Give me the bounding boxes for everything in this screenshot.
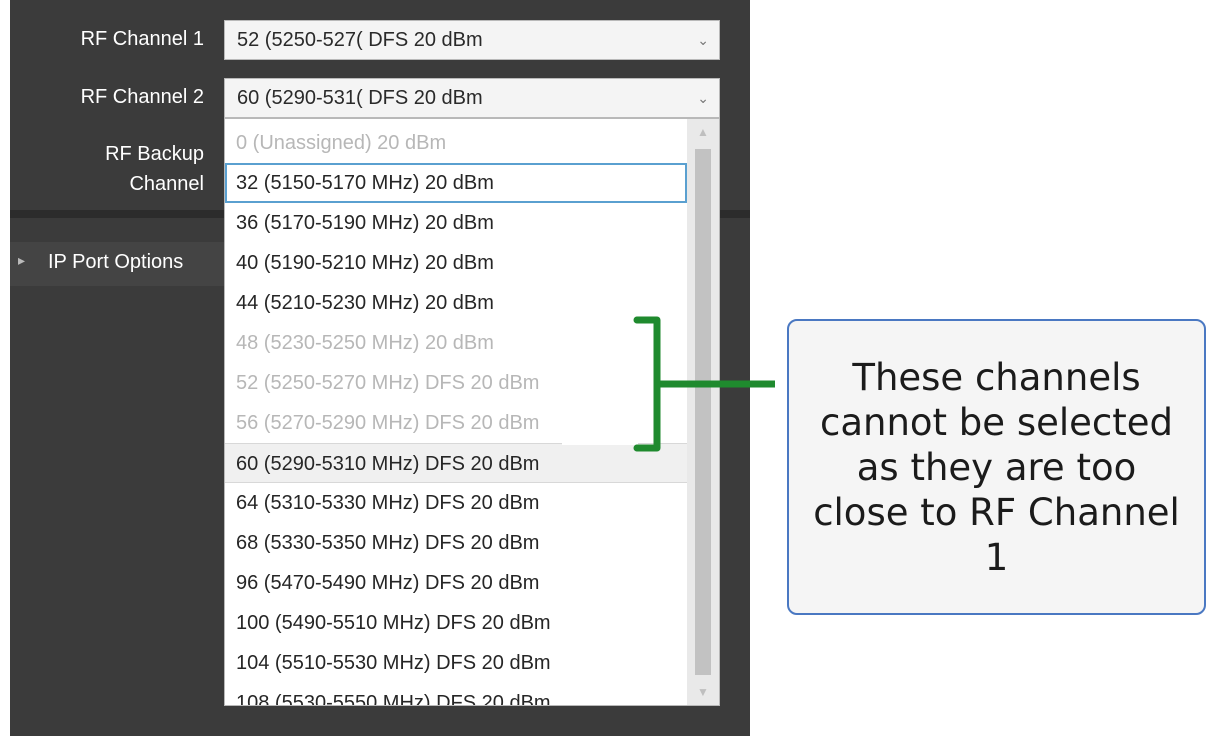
bracket-shape: [633, 316, 661, 452]
callout-text: These channels cannot be selected as the…: [813, 355, 1180, 579]
callout-box: These channels cannot be selected as the…: [787, 319, 1206, 615]
